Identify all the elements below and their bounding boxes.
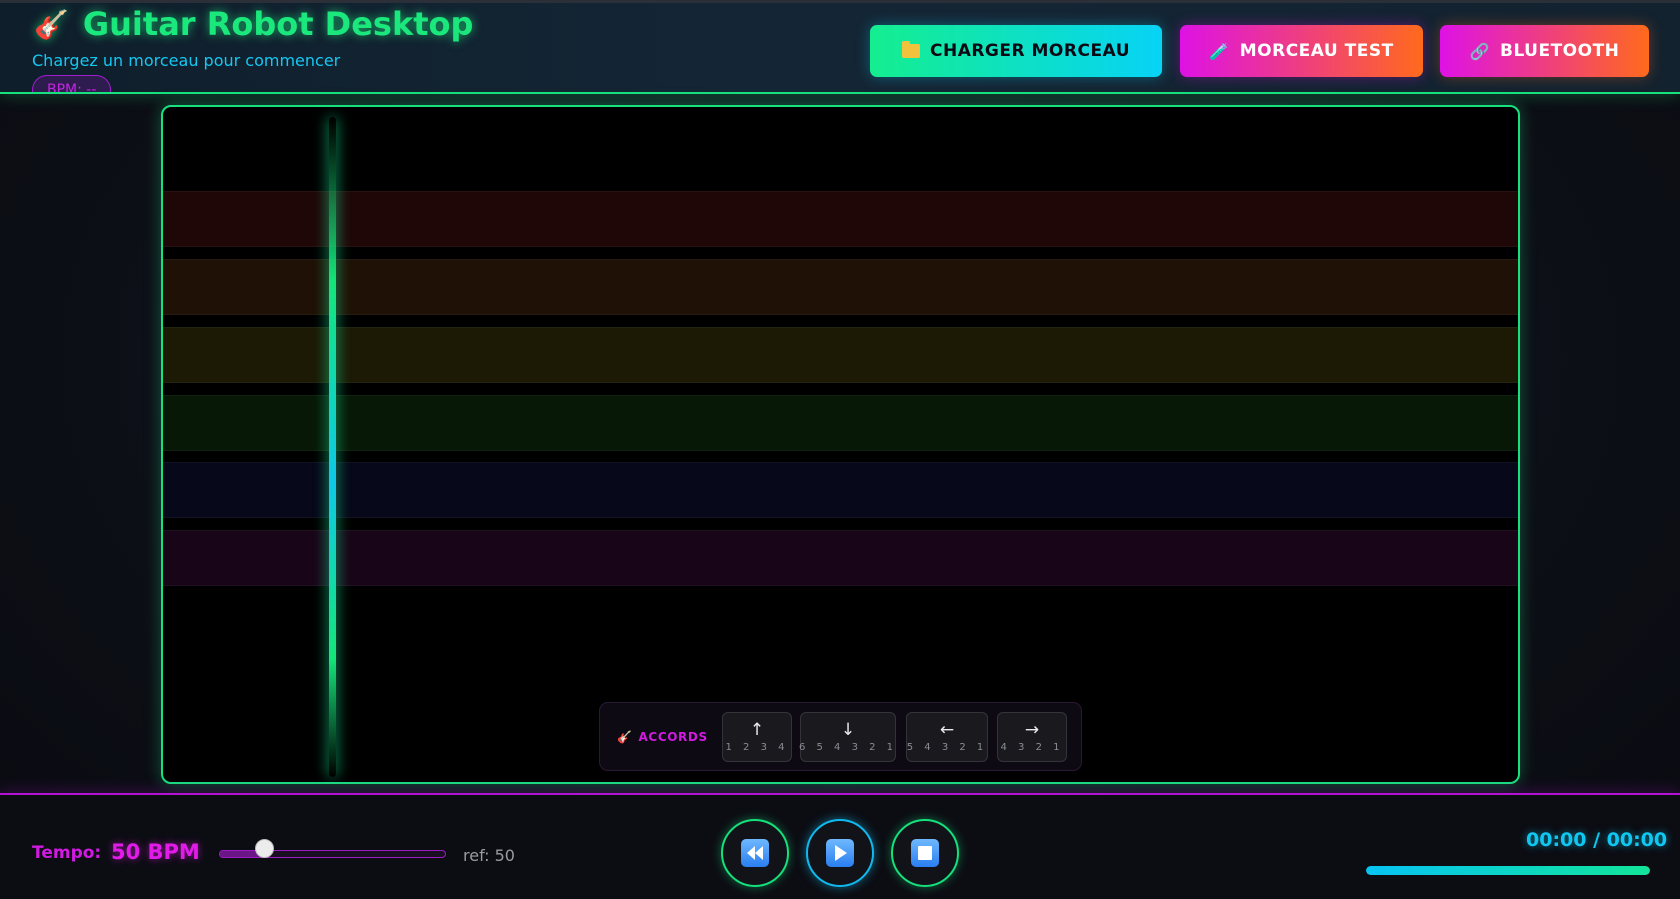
bpm-badge: BPM: -- xyxy=(32,75,112,92)
folder-icon xyxy=(901,41,920,58)
tempo-value: 50 BPM xyxy=(111,840,200,864)
load-song-button[interactable]: CHARGER MORCEAU xyxy=(870,25,1162,77)
bluetooth-button[interactable]: 🔗 BLUETOOTH xyxy=(1440,25,1649,77)
test-song-label: MORCEAU TEST xyxy=(1239,41,1394,61)
tempo-slider[interactable] xyxy=(219,850,446,858)
rewind-button[interactable] xyxy=(721,819,789,887)
progress-bar[interactable] xyxy=(1366,866,1650,875)
stop-button[interactable] xyxy=(891,819,959,887)
playhead-line xyxy=(329,117,336,777)
stop-icon xyxy=(911,839,939,867)
guitar-icon: 🎸 xyxy=(34,7,69,41)
tempo-label: Tempo: xyxy=(32,843,102,863)
arrow-up-icon: ↑ xyxy=(749,720,765,740)
test-song-button[interactable]: 🧪 MORCEAU TEST xyxy=(1180,25,1423,77)
chord-key-right[interactable]: → 4 3 2 1 xyxy=(997,712,1067,762)
app-header: 🎸 Guitar Robot Desktop Chargez un morcea… xyxy=(0,0,1680,94)
chord-key-down[interactable]: ↓ 6 5 4 3 2 1 xyxy=(798,712,898,762)
arrow-right-icon: → xyxy=(1024,720,1040,740)
link-icon: 🔗 xyxy=(1469,41,1490,61)
app-title: 🎸 Guitar Robot Desktop xyxy=(34,5,473,43)
progress-fill xyxy=(1366,866,1650,875)
string-lane xyxy=(163,191,1518,247)
chord-strings: 6 5 4 3 2 1 xyxy=(798,742,898,753)
note-highway: 🎸 ACCORDS ↑ 1 2 3 4 ↓ 6 5 4 3 2 1 ← 5 4 … xyxy=(161,105,1520,784)
test-tube-icon: 🧪 xyxy=(1209,41,1230,61)
rewind-icon xyxy=(741,839,769,867)
transport-bar: Tempo: 50 BPM ref: 50 00:00 / 00:00 xyxy=(0,793,1680,899)
string-lane xyxy=(163,327,1518,383)
chord-strings: 5 4 3 2 1 xyxy=(906,742,988,753)
chords-panel: 🎸 ACCORDS ↑ 1 2 3 4 ↓ 6 5 4 3 2 1 ← 5 4 … xyxy=(599,702,1082,771)
string-lane xyxy=(163,530,1518,586)
string-lane xyxy=(163,462,1518,518)
bluetooth-label: BLUETOOTH xyxy=(1499,41,1620,61)
chords-label-text: ACCORDS xyxy=(638,730,708,744)
string-lane xyxy=(163,259,1518,315)
play-icon xyxy=(826,839,854,867)
string-lane xyxy=(163,395,1518,451)
play-button[interactable] xyxy=(806,819,874,887)
status-subtitle: Chargez un morceau pour commencer xyxy=(32,51,341,70)
time-display: 00:00 / 00:00 xyxy=(1526,829,1668,851)
chords-label: 🎸 ACCORDS xyxy=(617,730,708,744)
load-song-label: CHARGER MORCEAU xyxy=(929,41,1130,61)
chord-strings: 4 3 2 1 xyxy=(1000,742,1064,753)
chord-strings: 1 2 3 4 xyxy=(725,742,789,753)
app-title-text: Guitar Robot Desktop xyxy=(82,5,474,43)
tempo-reference: ref: 50 xyxy=(463,846,515,865)
arrow-down-icon: ↓ xyxy=(840,720,856,740)
guitar-icon: 🎸 xyxy=(617,730,633,744)
chord-key-left[interactable]: ← 5 4 3 2 1 xyxy=(906,712,988,762)
chord-key-up[interactable]: ↑ 1 2 3 4 xyxy=(722,712,792,762)
arrow-left-icon: ← xyxy=(939,720,955,740)
